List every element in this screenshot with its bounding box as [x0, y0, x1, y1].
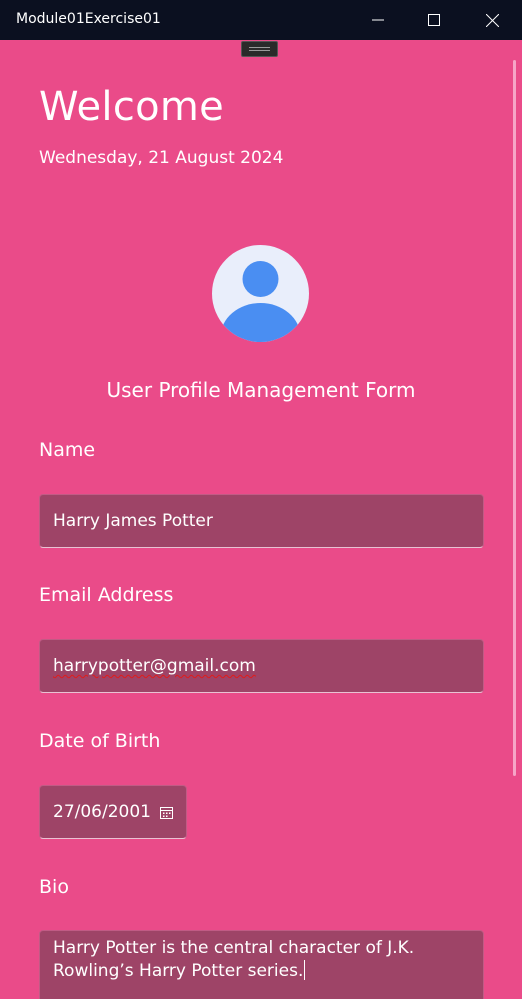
app-content: Welcome Wednesday, 21 August 2024 User P…	[0, 40, 522, 999]
text-caret	[304, 960, 306, 980]
dob-label: Date of Birth	[39, 730, 161, 752]
name-field[interactable]: Harry James Potter	[39, 494, 484, 548]
window-title: Module01Exercise01	[16, 11, 161, 27]
bio-label: Bio	[39, 876, 69, 898]
dob-picker[interactable]: 27/06/2001	[39, 785, 187, 839]
welcome-heading: Welcome	[39, 84, 225, 130]
minimize-button[interactable]	[350, 0, 406, 40]
maximize-button[interactable]	[406, 0, 462, 40]
minimize-icon	[372, 19, 384, 21]
user-avatar-icon	[212, 245, 309, 342]
bio-value: Harry Potter is the central character of…	[53, 938, 415, 981]
calendar-icon[interactable]	[160, 806, 173, 819]
email-label: Email Address	[39, 584, 174, 606]
name-label: Name	[39, 439, 96, 461]
vertical-scrollbar[interactable]	[513, 60, 516, 776]
close-button[interactable]	[462, 0, 522, 40]
email-value-text: harrypotter@gmail.com	[53, 656, 256, 676]
dob-value: 27/06/2001	[53, 802, 151, 822]
form-title: User Profile Management Form	[106, 378, 416, 402]
bio-textarea[interactable]: Harry Potter is the central character of…	[39, 930, 484, 999]
maximize-icon	[428, 14, 440, 26]
close-icon	[485, 13, 499, 27]
title-bar: Module01Exercise01	[0, 0, 522, 40]
name-value: Harry James Potter	[53, 511, 213, 531]
drag-handle[interactable]	[241, 41, 278, 57]
current-date: Wednesday, 21 August 2024	[39, 148, 284, 168]
email-value: harrypotter@gmail.com	[53, 656, 256, 676]
email-field[interactable]: harrypotter@gmail.com	[39, 639, 484, 693]
